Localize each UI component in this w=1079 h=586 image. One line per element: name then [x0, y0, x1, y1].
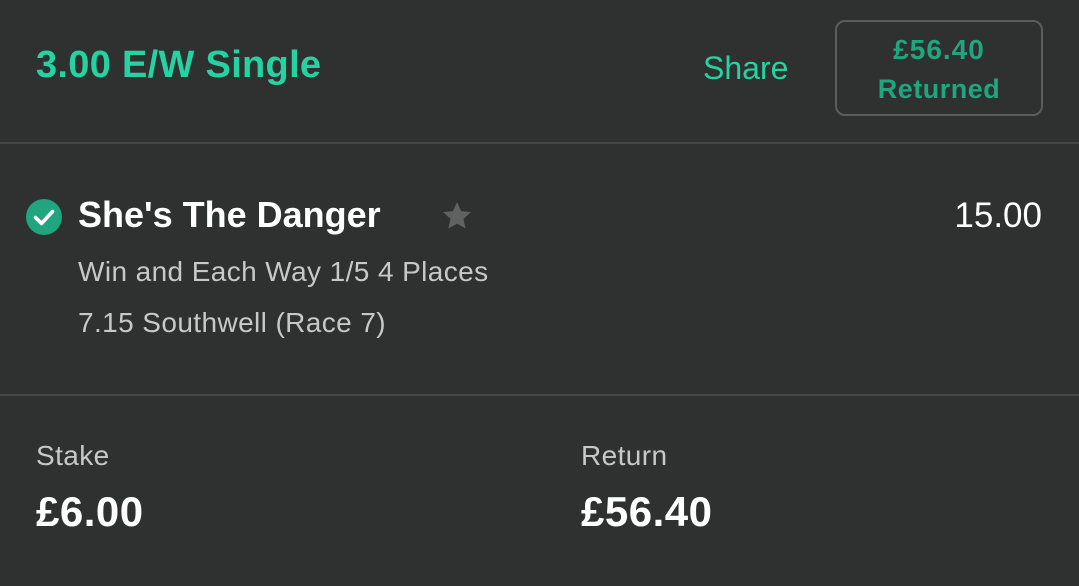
bet-totals: Stake £6.00 Return £56.40 — [0, 396, 1079, 586]
share-button[interactable]: Share — [703, 50, 788, 87]
runner-name: She's The Danger — [78, 194, 381, 235]
stake-value: £6.00 — [36, 488, 144, 535]
stake-label: Stake — [36, 440, 110, 471]
selection-row: She's The Danger 15.00 Win and Each Way … — [0, 144, 1079, 396]
returned-label: Returned — [877, 74, 1001, 104]
returned-amount: £56.40 — [893, 34, 985, 65]
star-icon[interactable] — [440, 199, 474, 233]
event-description: 7.15 Southwell (Race 7) — [78, 307, 387, 338]
return-label: Return — [581, 440, 668, 471]
market-description: Win and Each Way 1/5 4 Places — [78, 256, 489, 287]
bet-title: 3.00 E/W Single — [36, 44, 322, 86]
odds-value: 15.00 — [954, 196, 1042, 235]
bet-header: 3.00 E/W Single Share £56.40 Returned — [0, 0, 1079, 144]
returned-badge: £56.40 Returned — [835, 20, 1043, 116]
return-value: £56.40 — [581, 488, 713, 535]
check-circle-icon — [26, 199, 62, 235]
